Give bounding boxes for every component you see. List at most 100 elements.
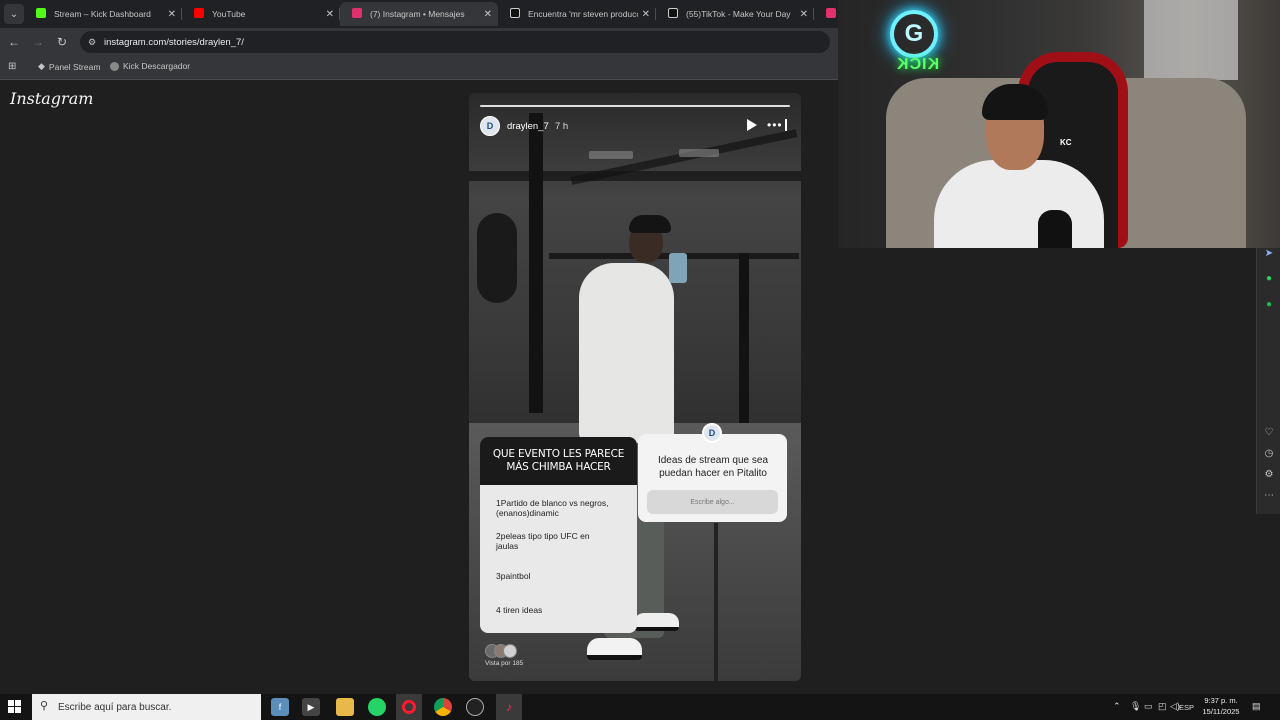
taskbar-search-box[interactable]: ⚲ Escribe aquí para buscar. bbox=[32, 694, 261, 720]
network-icon[interactable]: ◰ bbox=[1158, 701, 1167, 712]
search-placeholder: Escribe aquí para buscar. bbox=[58, 701, 172, 713]
person-shoe bbox=[634, 613, 679, 631]
bookmark-panel-stream[interactable]: ◆ Panel Stream bbox=[38, 61, 100, 72]
bookmark-label: Kick Descargador bbox=[123, 61, 191, 71]
search-icon: ⚲ bbox=[40, 700, 49, 712]
spotify-icon[interactable]: ● bbox=[1263, 299, 1275, 311]
bookmark-label: Panel Stream bbox=[48, 61, 101, 72]
streamer-shirt bbox=[934, 160, 1104, 248]
story-avatar[interactable]: D bbox=[480, 116, 500, 136]
question-sticker[interactable]: D Ideas de stream que sea puedan hacer e… bbox=[638, 423, 787, 522]
poll-option[interactable]: 1Partido de blanco vs negros,(enanos)din… bbox=[496, 498, 626, 518]
story-progress-bar bbox=[480, 105, 790, 107]
forward-arrow-icon[interactable]: → bbox=[29, 33, 47, 51]
back-arrow-icon[interactable]: ← bbox=[5, 33, 23, 51]
heart-icon[interactable]: ♡ bbox=[1263, 427, 1275, 439]
tiktok-icon bbox=[510, 8, 520, 18]
question-text: Ideas de stream que sea puedan hacer en … bbox=[657, 455, 769, 479]
poll-option[interactable]: 2peleas tipo tipo UFC en jaulas bbox=[496, 531, 596, 551]
whatsapp-icon[interactable]: ● bbox=[1263, 273, 1275, 285]
close-icon[interactable]: ✕ bbox=[800, 9, 808, 20]
file-explorer-icon[interactable] bbox=[336, 698, 354, 716]
neon-kick-sign: KICK bbox=[896, 56, 940, 73]
history-icon[interactable]: ◷ bbox=[1263, 448, 1275, 460]
microphone bbox=[1038, 210, 1072, 248]
reload-icon[interactable]: ↻ bbox=[53, 33, 71, 51]
bookmark-kick-descargador[interactable]: Kick Descargador bbox=[110, 61, 190, 71]
browser-toolbar: ← → ↻ ⚙ instagram.com/stories/draylen_7/ bbox=[0, 28, 838, 56]
tab-label: (7) Instagram • Mensajes bbox=[370, 9, 465, 19]
settings-icon[interactable]: ⚙ bbox=[1263, 469, 1275, 481]
windows-start-icon[interactable] bbox=[8, 700, 22, 714]
chrome-icon[interactable] bbox=[434, 698, 452, 716]
person-cap bbox=[629, 215, 671, 233]
poll-option[interactable]: 3paintbol bbox=[496, 571, 626, 581]
poll-sticker[interactable]: QUE EVENTO LES PARECE MÁS CHIMBA HACER 1… bbox=[480, 437, 637, 633]
messenger-icon[interactable]: ➤ bbox=[1263, 248, 1275, 260]
tiktok-icon[interactable]: ♪ bbox=[496, 694, 522, 720]
tiktok-icon bbox=[668, 8, 678, 18]
notifications-icon[interactable]: ▤ bbox=[1252, 701, 1261, 712]
story-viewer[interactable]: D draylen_7 7 h ••• QUE EVENTO LES PAREC… bbox=[469, 93, 801, 681]
app-icon[interactable]: f bbox=[271, 698, 289, 716]
story-username[interactable]: draylen_7 bbox=[507, 121, 549, 132]
obs-icon[interactable] bbox=[466, 698, 484, 716]
url-text: instagram.com/stories/draylen_7/ bbox=[104, 36, 244, 48]
tab-search-button[interactable]: ⌄ bbox=[4, 4, 24, 24]
close-icon[interactable]: ✕ bbox=[484, 9, 492, 20]
chevron-up-icon[interactable]: ⌃ bbox=[1113, 701, 1121, 712]
address-bar[interactable]: ⚙ instagram.com/stories/draylen_7/ bbox=[80, 31, 830, 53]
more-icon[interactable]: ⋯ bbox=[1263, 490, 1275, 502]
microphone-icon[interactable]: 🎙 bbox=[1130, 701, 1141, 712]
bookmark-icon: ◆ bbox=[38, 61, 45, 71]
tab-label: YouTube bbox=[212, 9, 246, 19]
neon-logo-sign: G bbox=[890, 10, 938, 58]
tab-instagram-messages[interactable]: (7) Instagram • Mensajes ✕ bbox=[340, 2, 498, 26]
shelf bbox=[1144, 0, 1238, 80]
tab-youtube[interactable]: YouTube ✕ bbox=[182, 2, 340, 26]
more-options-icon[interactable]: ••• bbox=[767, 118, 783, 132]
browser-side-panel: ➤ ● ● ♡ ◷ ⚙ ⋯ bbox=[1256, 248, 1280, 514]
poll-option[interactable]: 4 tiren ideas bbox=[496, 605, 626, 615]
youtube-icon bbox=[194, 8, 204, 18]
close-icon[interactable]: ✕ bbox=[168, 9, 176, 20]
question-reply-input[interactable]: Escribe algo... bbox=[647, 490, 778, 514]
close-icon[interactable]: ✕ bbox=[642, 9, 650, 20]
browser-tab-strip: ⌄ Stream – Kick Dashboard ✕ YouTube ✕ (7… bbox=[0, 0, 838, 28]
language-indicator[interactable]: ESP bbox=[1179, 703, 1194, 712]
media-player-icon[interactable]: ▶ bbox=[302, 698, 320, 716]
opera-icon[interactable] bbox=[396, 694, 422, 720]
battery-icon[interactable]: ▭ bbox=[1144, 701, 1153, 712]
apps-grid-icon[interactable]: ⊞ bbox=[8, 61, 16, 72]
viewer-count[interactable]: Vista por 185 bbox=[485, 660, 523, 667]
site-info-icon[interactable]: ⚙ bbox=[88, 37, 96, 48]
tab-kick-dashboard[interactable]: Stream – Kick Dashboard ✕ bbox=[24, 2, 182, 26]
story-timestamp: 7 h bbox=[555, 121, 569, 132]
whatsapp-icon[interactable] bbox=[368, 698, 386, 716]
kick-icon bbox=[36, 8, 46, 18]
webcam-overlay: G KICK KC bbox=[838, 0, 1280, 248]
tab-label: Encuentra 'mr steven produccio bbox=[528, 9, 638, 19]
tab-label: (55)TikTok - Make Your Day bbox=[686, 9, 791, 19]
instagram-icon[interactable] bbox=[826, 8, 836, 18]
clock-date[interactable]: 15/11/2025 bbox=[1201, 707, 1241, 716]
question-avatar: D bbox=[702, 423, 722, 443]
bookmarks-bar: ⊞ ◆ Panel Stream Kick Descargador bbox=[0, 56, 838, 80]
tab-tiktok-home[interactable]: (55)TikTok - Make Your Day ✕ bbox=[656, 2, 814, 26]
poll-title: QUE EVENTO LES PARECE MÁS CHIMBA HACER bbox=[480, 437, 637, 485]
story-marker bbox=[785, 119, 787, 131]
instagram-logo[interactable]: Instagram bbox=[10, 89, 93, 108]
chair-badge: KC bbox=[1060, 138, 1072, 147]
windows-taskbar: ⚲ Escribe aquí para buscar. f ▶ ♪ ⌃ 🎙 ▭ … bbox=[0, 694, 1280, 720]
tab-tiktok-search[interactable]: Encuentra 'mr steven produccio ✕ bbox=[498, 2, 656, 26]
avatar bbox=[503, 644, 517, 658]
person-shoe bbox=[587, 638, 642, 660]
play-icon[interactable] bbox=[747, 119, 757, 131]
close-icon[interactable]: ✕ bbox=[326, 9, 334, 20]
phone bbox=[669, 253, 687, 283]
person-hoodie bbox=[579, 263, 674, 443]
instagram-icon bbox=[352, 8, 362, 18]
tab-label: Stream – Kick Dashboard bbox=[54, 9, 151, 19]
bookmark-icon bbox=[110, 61, 119, 71]
clock-time[interactable]: 9:37 p. m. bbox=[1201, 696, 1241, 705]
